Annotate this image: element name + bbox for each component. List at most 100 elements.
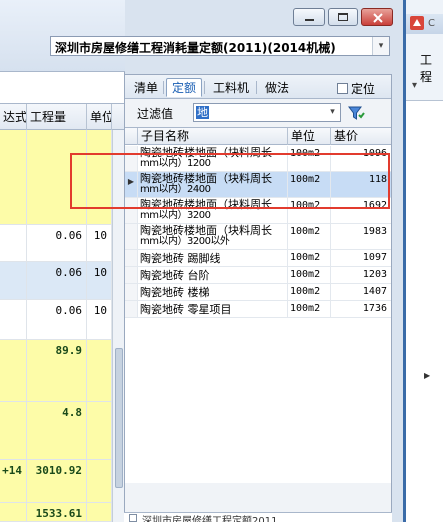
base-price-cell[interactable]: 1096: [331, 146, 391, 171]
table-row[interactable]: 陶瓷地砖楼地面（块料周长 mm以内）1200 100m2 1096: [125, 146, 391, 172]
unit-cell[interactable]: [87, 503, 112, 521]
expression-cell[interactable]: [0, 402, 27, 459]
left-grid-row[interactable]: 89.9: [0, 340, 112, 402]
unit-cell[interactable]: [87, 402, 112, 459]
chevron-down-icon[interactable]: ▾: [325, 104, 340, 121]
table-row[interactable]: 陶瓷地砖楼地面（块料周长 mm以内）3200 100m2 1692: [125, 198, 391, 224]
quota-name-cell[interactable]: 陶瓷地砖楼地面（块料周长 mm以内）1200: [138, 146, 288, 171]
left-grid-row[interactable]: 1533.61: [0, 503, 112, 522]
unit-cell[interactable]: 100m2: [288, 172, 331, 197]
quota-name-cell[interactable]: 陶瓷地砖 楼梯: [138, 284, 288, 300]
quantity-cell[interactable]: [27, 130, 87, 224]
expression-cell[interactable]: +14: [0, 460, 27, 502]
unit-cell[interactable]: 100m2: [288, 224, 331, 249]
base-price-cell[interactable]: 1692: [331, 198, 391, 223]
expression-cell[interactable]: [0, 503, 27, 521]
row-indicator-icon: [125, 267, 138, 283]
scrollbar-thumb[interactable]: [115, 348, 123, 488]
quantity-cell[interactable]: 4.8: [27, 402, 87, 459]
base-price-cell[interactable]: 1983: [331, 224, 391, 249]
filter-icon[interactable]: [347, 104, 365, 122]
row-indicator-icon: [125, 284, 138, 300]
table-row[interactable]: 陶瓷地砖楼地面（块料周长 mm以内）3200以外 100m2 1983: [125, 224, 391, 250]
expression-cell[interactable]: [0, 130, 27, 224]
column-header-quantity[interactable]: 工程量: [27, 104, 87, 131]
base-price-cell[interactable]: 1736: [331, 301, 391, 317]
tree-expand-icon[interactable]: [129, 514, 137, 522]
tab-method[interactable]: 做法: [259, 78, 295, 97]
unit-cell[interactable]: 100m2: [288, 284, 331, 300]
quota-name-cell[interactable]: 陶瓷地砖楼地面（块料周长 mm以内）3200: [138, 198, 288, 223]
tab-bill[interactable]: 清单: [128, 78, 164, 97]
quota-set-selector[interactable]: 深圳市房屋修缮工程消耗量定额(2011)(2014机械) ▾: [50, 36, 390, 56]
quantity-cell[interactable]: 0.06: [27, 300, 87, 339]
expression-cell[interactable]: [0, 262, 27, 299]
quota-name-cell[interactable]: 陶瓷地砖 踢脚线: [138, 250, 288, 266]
filter-input[interactable]: 地 ▾: [193, 103, 341, 122]
quantity-cell[interactable]: 1533.61: [27, 503, 87, 521]
quantity-cell[interactable]: 0.06: [27, 262, 87, 299]
expression-cell[interactable]: [0, 300, 27, 339]
column-header-expression[interactable]: 达式: [0, 104, 27, 131]
left-grid-row[interactable]: 4.8: [0, 402, 112, 460]
quota-name-cell[interactable]: 陶瓷地砖 台阶: [138, 267, 288, 283]
unit-cell[interactable]: 10: [87, 262, 112, 299]
minimize-button[interactable]: [293, 8, 325, 26]
table-row[interactable]: ▶ 陶瓷地砖楼地面（块料周长 mm以内）2400 100m2 118: [125, 172, 391, 198]
quota-name-line: mm以内）1200: [140, 158, 211, 169]
locate-label: 定位: [351, 81, 376, 96]
locate-checkbox[interactable]: 定位: [337, 80, 375, 96]
table-row[interactable]: 陶瓷地砖 零星项目 100m2 1736: [125, 301, 391, 318]
unit-cell[interactable]: 100m2: [288, 146, 331, 171]
unit-cell[interactable]: 10: [87, 300, 112, 339]
column-header-base-price[interactable]: 基价: [331, 128, 391, 145]
unit-cell[interactable]: [87, 340, 112, 401]
quota-name-line: 陶瓷地砖楼地面（块料周长: [140, 224, 272, 237]
close-icon: [373, 13, 383, 23]
chevron-down-icon[interactable]: ▾: [372, 37, 389, 55]
table-row[interactable]: 陶瓷地砖 台阶 100m2 1203: [125, 267, 391, 284]
quota-name-line: 陶瓷地砖楼地面（块料周长: [140, 146, 272, 159]
unit-cell[interactable]: [87, 130, 112, 224]
quantity-cell[interactable]: 3010.92: [27, 460, 87, 502]
unit-cell[interactable]: 100m2: [288, 301, 331, 317]
unit-cell[interactable]: 100m2: [288, 250, 331, 266]
table-row[interactable]: 陶瓷地砖 踢脚线 100m2 1097: [125, 250, 391, 267]
quota-name-cell[interactable]: 陶瓷地砖楼地面（块料周长 mm以内）3200以外: [138, 224, 288, 249]
base-price-cell[interactable]: 1203: [331, 267, 391, 283]
quantity-cell[interactable]: 89.9: [27, 340, 87, 401]
unit-cell[interactable]: 100m2: [288, 198, 331, 223]
quota-name-cell[interactable]: 陶瓷地砖楼地面（块料周长 mm以内）2400: [138, 172, 288, 197]
tab-labor-material-machine[interactable]: 工料机: [207, 78, 255, 97]
maximize-button[interactable]: [328, 8, 358, 26]
left-grid-row[interactable]: [0, 130, 112, 225]
base-price-cell[interactable]: 1097: [331, 250, 391, 266]
base-price-cell[interactable]: 118: [331, 172, 391, 197]
checkbox-box[interactable]: [337, 82, 348, 94]
left-grid-row[interactable]: +14 3010.92: [0, 460, 112, 503]
left-grid-row[interactable]: 0.06 10: [0, 300, 112, 340]
left-grid-header: 达式 工程量 单位: [0, 103, 125, 131]
unit-cell[interactable]: 100m2: [288, 267, 331, 283]
expression-cell[interactable]: [0, 225, 27, 261]
expression-cell[interactable]: [0, 340, 27, 401]
quota-name-line: 陶瓷地砖 台阶: [140, 269, 210, 282]
left-grid-row[interactable]: 0.06 10: [0, 225, 112, 262]
tree-root-label[interactable]: 深圳市房屋修缮工程定额2011: [142, 512, 277, 522]
quantity-cell[interactable]: 0.06: [27, 225, 87, 261]
base-price-cell[interactable]: 1407: [331, 284, 391, 300]
quota-grid: 子目名称 单位 基价 陶瓷地砖楼地面（块料周长 mm以内）1200 100m2 109…: [125, 127, 391, 483]
toolbar-dropdown-icon[interactable]: ▾: [412, 80, 417, 91]
column-header-name[interactable]: 子目名称: [138, 128, 288, 145]
minimize-icon: [305, 19, 314, 21]
column-header-unit[interactable]: 单位: [87, 104, 112, 131]
table-row[interactable]: 陶瓷地砖 楼梯 100m2 1407: [125, 284, 391, 301]
tab-quota[interactable]: 定额: [166, 78, 203, 97]
unit-cell[interactable]: [87, 460, 112, 502]
quota-name-cell[interactable]: 陶瓷地砖 零星项目: [138, 301, 288, 317]
unit-cell[interactable]: 10: [87, 225, 112, 261]
close-button[interactable]: [361, 8, 393, 26]
quota-tree: 深圳市房屋修缮工程定额2011: [124, 512, 392, 522]
column-header-unit[interactable]: 单位: [288, 128, 331, 145]
left-grid-row[interactable]: 0.06 10: [0, 262, 112, 300]
